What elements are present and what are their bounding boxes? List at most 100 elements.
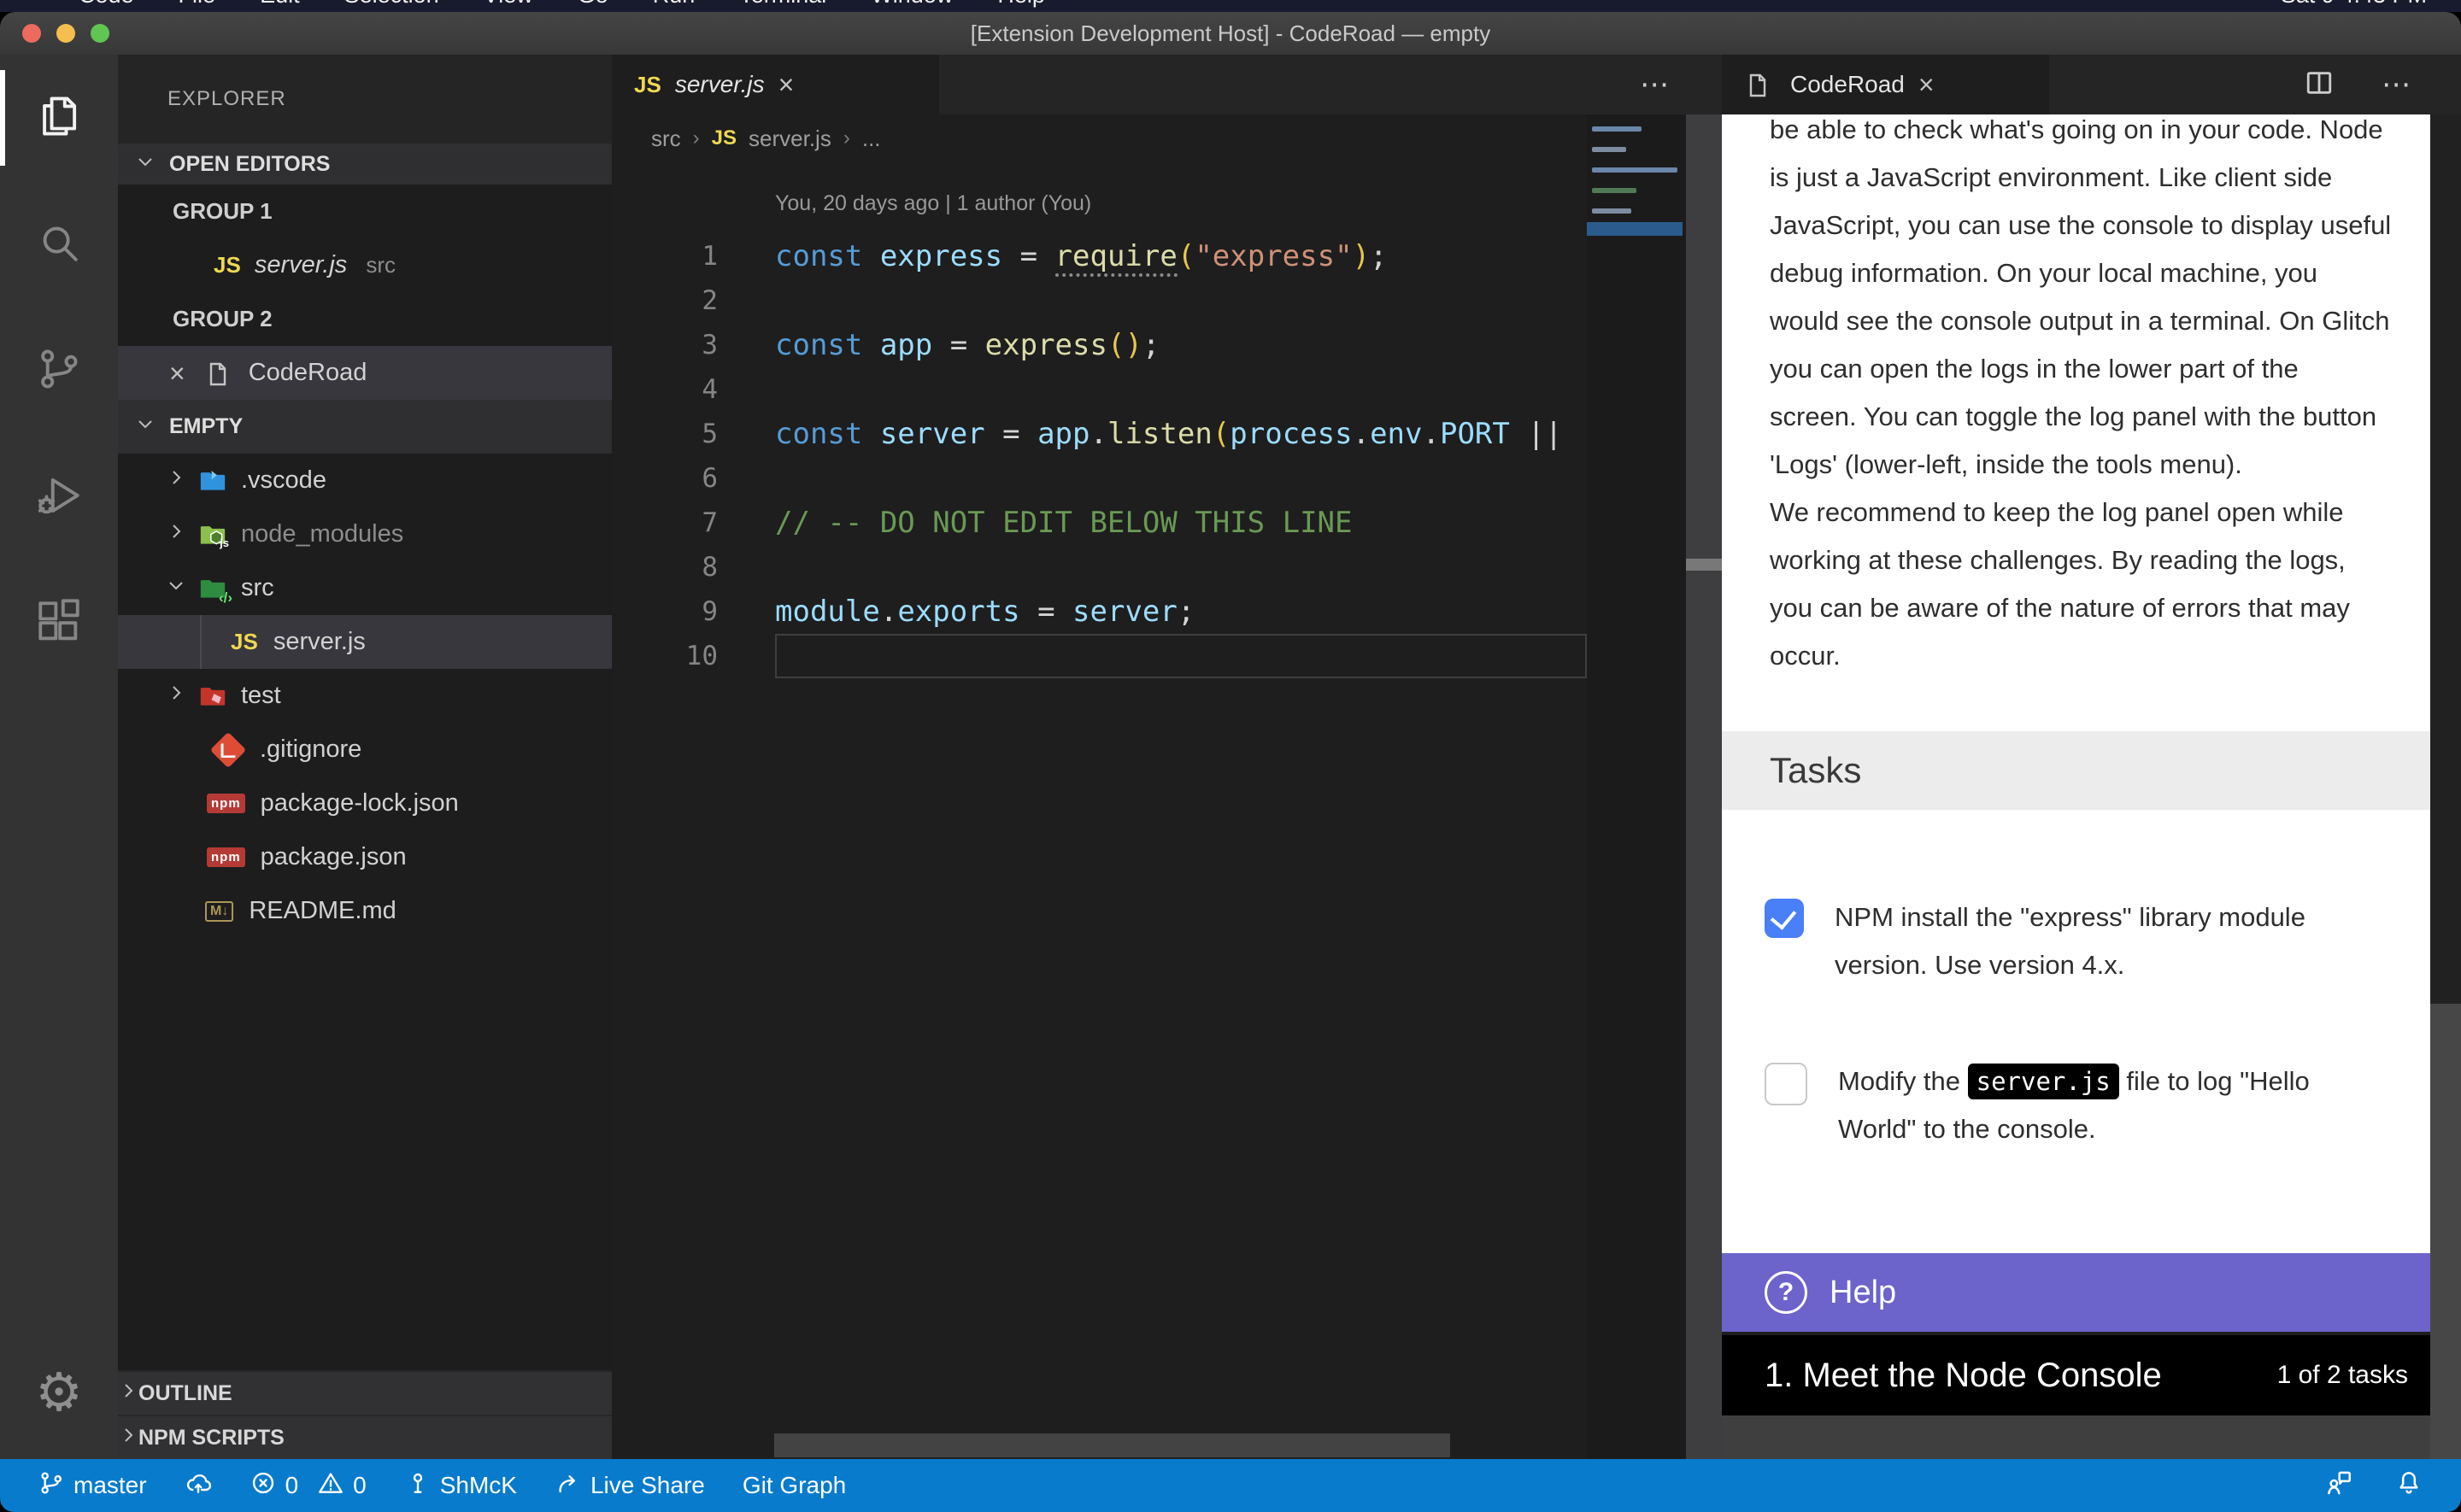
activity-extensions-button[interactable] [0,560,118,687]
npm-scripts-section-header[interactable]: NPM SCRIPTS [118,1415,612,1459]
search-icon [34,218,84,272]
menu-item[interactable]: Edit [260,0,300,10]
project-section-header[interactable]: EMPTY [118,400,612,454]
breadcrumb-symbol[interactable]: ... [862,126,881,152]
menu-item[interactable]: Selection [344,0,439,10]
line-number: 9 [612,589,718,634]
code-line[interactable]: 5const server = app.listen(process.env.P… [612,412,1587,456]
breadcrumb-src[interactable]: src [651,126,681,152]
tree-item-node-modules[interactable]: js node_modules [118,507,612,561]
warning-icon [317,1469,344,1503]
menu-item[interactable]: File [179,0,216,10]
open-editor-item-serverjs[interactable]: JS server.js src [118,238,612,292]
code-line[interactable]: 10 [612,634,1587,678]
live-share-button[interactable]: Live Share [555,1469,705,1503]
feedback-icon[interactable] [2324,1468,2353,1503]
menu-item[interactable]: Help [997,0,1045,10]
menu-item[interactable]: Code [79,0,134,10]
breadcrumb-file[interactable]: server.js [749,126,831,152]
window-title: [Extension Development Host] - CodeRoad … [0,12,2461,55]
breadcrumb[interactable]: src › JS server.js › ... [651,114,881,162]
activity-source-control-button[interactable] [0,308,118,434]
code-editor[interactable]: 1const express = require("express");23co… [612,234,1587,678]
line-number: 10 [612,634,718,678]
line-number: 1 [612,234,718,278]
tree-item-label: node_modules [241,520,403,548]
git-branch-indicator[interactable]: master [38,1469,147,1503]
js-file-icon: JS [634,72,661,98]
code-line[interactable]: 9module.exports = server; [612,589,1587,634]
tree-item-vscode[interactable]: .vscode [118,454,612,507]
open-editors-group-2: GROUP 2 [118,292,612,346]
git-icon [212,735,244,765]
git-graph-button[interactable]: Git Graph [743,1472,846,1499]
line-number: 7 [612,501,718,545]
inline-code-chip: server.js [1968,1064,2119,1099]
menu-item[interactable]: Terminal [739,0,826,10]
tab-bar: JS server.js × ⋯ [612,55,1722,114]
code-line[interactable]: 4 [612,367,1587,412]
code-line[interactable]: 7// -- DO NOT EDIT BELOW THIS LINE [612,501,1587,545]
open-editors-header[interactable]: OPEN EDITORS [118,144,612,185]
code-line[interactable]: 6 [612,456,1587,501]
code-line[interactable]: 8 [612,545,1587,589]
activity-explorer-button[interactable] [0,55,118,181]
codelens-annotation[interactable]: You, 20 days ago | 1 author (You) [775,191,1091,216]
tab-serverjs[interactable]: JS server.js × [612,55,939,114]
lesson-progress-bar[interactable]: 1. Meet the Node Console 1 of 2 tasks [1722,1335,2430,1415]
more-actions-icon[interactable]: ⋯ [2382,67,2412,102]
tree-item-gitignore[interactable]: .gitignore [118,723,612,777]
tree-item-serverjs[interactable]: JS server.js [118,615,612,669]
code-line[interactable]: 2 [612,278,1587,323]
open-editor-item-coderoad[interactable]: × CodeRoad [118,346,612,400]
close-icon[interactable]: × [169,360,185,387]
branch-name: master [73,1472,147,1499]
outline-section-header[interactable]: OUTLINE [118,1370,612,1415]
menu-item[interactable]: View [484,0,533,10]
sidebar-title: EXPLORER [118,55,612,144]
tree-item-test[interactable]: test [118,669,612,723]
error-icon [250,1469,277,1503]
webview-scrollbar[interactable] [2430,114,2461,1459]
split-editor-icon[interactable] [2305,68,2334,102]
indent-guide [200,615,202,669]
editor-scrollbar[interactable] [1686,114,1722,1459]
minimap[interactable] [1587,114,1686,1459]
tree-item-package-lock[interactable]: npm package-lock.json [118,777,612,830]
tab-label: CodeRoad [1790,71,1905,98]
settings-gear-button[interactable]: ⚙ [0,1345,118,1439]
menu-item[interactable]: Run [653,0,696,10]
close-icon[interactable]: × [778,71,795,98]
user-account-item[interactable]: ShMcK [404,1469,517,1503]
scrollbar-thumb[interactable] [1686,559,1722,571]
tab-bar: CodeRoad × ⋯ [1722,55,2461,114]
code-line[interactable]: 1const express = require("express"); [612,234,1587,278]
task-count-badge: 1 of 2 tasks [2277,1361,2408,1390]
menu-item[interactable]: Window [871,0,953,10]
problems-indicator[interactable]: 0 0 [250,1469,367,1503]
close-icon[interactable]: × [1918,71,1935,98]
code-line[interactable]: 3const app = express(); [612,323,1587,367]
task-checkbox-unchecked[interactable] [1765,1063,1807,1105]
task-checkbox-checked[interactable] [1765,899,1804,938]
scrollbar-thumb[interactable] [2430,114,2461,1004]
tree-item-src[interactable]: ‹/› src [118,561,612,615]
tree-item-label: src [241,574,274,602]
help-bar[interactable]: ? Help [1722,1253,2430,1332]
tree-item-readme[interactable]: M↓ README.md [118,884,612,938]
npm-icon: npm [207,847,245,867]
sync-changes-button[interactable] [185,1469,212,1503]
line-number: 4 [612,367,718,412]
menu-clock: Sat 9 4:43 PM [2281,0,2427,10]
more-actions-icon[interactable]: ⋯ [1640,67,1671,102]
menu-item[interactable]: Go [578,0,608,10]
document-icon [1744,70,1777,99]
tab-coderoad[interactable]: CodeRoad × [1722,55,2049,114]
tree-item-package-json[interactable]: npm package.json [118,830,612,884]
chevron-right-icon [118,1380,138,1407]
activity-run-debug-button[interactable] [0,434,118,560]
tree-item-label: .vscode [241,466,326,495]
horizontal-scrollbar-thumb[interactable] [774,1433,1450,1457]
activity-search-button[interactable] [0,181,118,308]
notifications-bell-icon[interactable] [2394,1468,2423,1503]
